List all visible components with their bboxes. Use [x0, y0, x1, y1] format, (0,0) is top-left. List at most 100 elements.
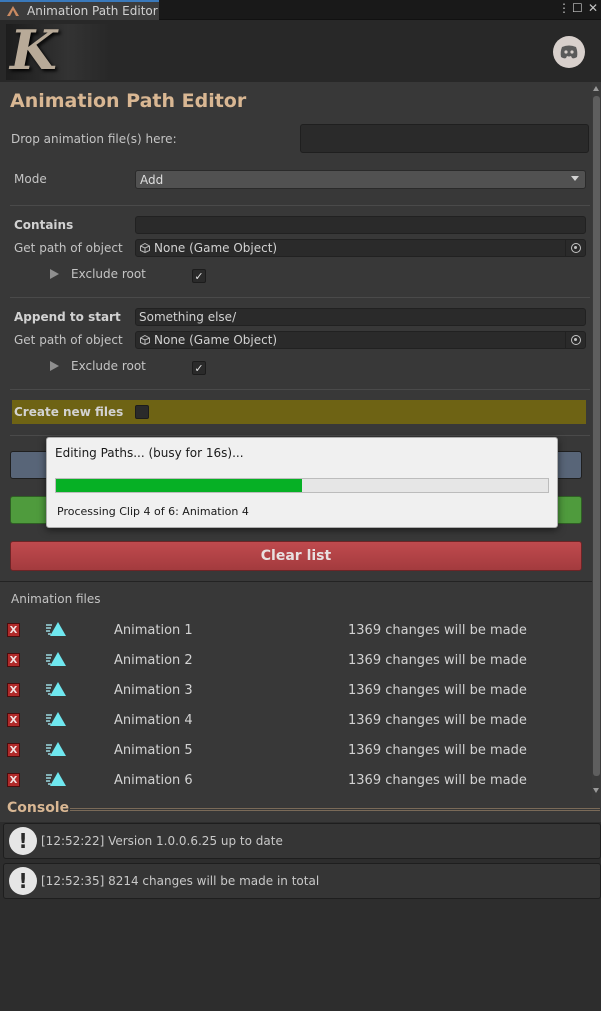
mode-value: Add [140, 172, 164, 187]
animation-changes: 1369 changes will be made [348, 653, 527, 668]
contains-field[interactable] [135, 216, 586, 234]
remove-button[interactable]: X [7, 623, 20, 637]
animation-changes: 1369 changes will be made [348, 743, 527, 758]
create-new-files-row: Create new files [12, 400, 586, 424]
exclude-root-label: Exclude root [71, 359, 146, 373]
exclude-root-checkbox[interactable]: ✓ [192, 361, 206, 375]
remove-button[interactable]: X [7, 773, 20, 787]
mode-label: Mode [14, 172, 47, 186]
scroll-thumb[interactable] [593, 96, 600, 776]
console-divider [70, 808, 600, 811]
contains-label: Contains [14, 218, 74, 232]
editor-tab[interactable]: Animation Path Editor [0, 0, 159, 20]
animation-name: Animation 4 [114, 713, 193, 728]
create-new-files-label: Create new files [14, 405, 124, 419]
progress-dialog: Editing Paths... (busy for 16s)... Proce… [46, 437, 558, 528]
console-message: [12:52:35] 8214 changes will be made in … [41, 874, 320, 888]
object-value: None (Game Object) [154, 333, 278, 347]
animation-changes: 1369 changes will be made [348, 713, 527, 728]
object-picker-button[interactable] [565, 240, 585, 256]
animation-clip-icon [46, 622, 66, 636]
foldout-arrow-icon[interactable] [50, 269, 59, 279]
progress-dialog-title: Editing Paths... (busy for 16s)... [55, 446, 244, 460]
list-item: X Animation 2 1369 changes will be made [0, 646, 594, 676]
unity-logo-icon [5, 5, 21, 17]
animation-clip-icon [46, 772, 66, 786]
drop-zone[interactable] [300, 124, 589, 153]
animation-clip-icon [46, 712, 66, 726]
more-options-icon[interactable]: ⋮ [558, 1, 570, 15]
console-message: [12:52:22] Version 1.0.0.6.25 up to date [41, 834, 283, 848]
get-path-label: Get path of object [14, 241, 123, 255]
progress-status: Processing Clip 4 of 6: Animation 4 [57, 505, 249, 518]
console-entry[interactable]: ! [12:52:35] 8214 changes will be made i… [3, 863, 601, 899]
info-icon: ! [9, 867, 37, 895]
mode-dropdown[interactable]: Add [135, 170, 586, 189]
maximize-icon[interactable]: ☐ [572, 1, 583, 15]
remove-button[interactable]: X [7, 743, 20, 757]
remove-button[interactable]: X [7, 683, 20, 697]
tab-title: Animation Path Editor [27, 4, 158, 18]
animation-clip-icon [46, 742, 66, 756]
list-item: X Animation 6 1369 changes will be made [0, 766, 594, 796]
list-item: X Animation 1 1369 changes will be made [0, 616, 594, 646]
remove-button[interactable]: X [7, 713, 20, 727]
foldout-arrow-icon[interactable] [50, 361, 59, 371]
animation-name: Animation 2 [114, 653, 193, 668]
editor-header: K [0, 18, 601, 82]
object-value: None (Game Object) [154, 241, 278, 255]
animation-changes: 1369 changes will be made [348, 773, 527, 788]
append-to-start-label: Append to start [14, 310, 121, 324]
logo: K [6, 18, 110, 82]
target-icon [570, 243, 581, 253]
create-new-files-checkbox[interactable] [135, 405, 149, 419]
clear-list-button[interactable]: Clear list [10, 541, 582, 571]
console-entry[interactable]: ! [12:52:22] Version 1.0.0.6.25 up to da… [3, 823, 601, 859]
separator [10, 205, 590, 206]
separator [10, 389, 590, 390]
object-field[interactable]: None (Game Object) [135, 331, 586, 349]
append-to-start-field[interactable]: Something else/ [135, 308, 586, 326]
scroll-down-icon[interactable] [593, 788, 599, 793]
close-icon[interactable]: ✕ [588, 1, 598, 15]
object-field[interactable]: None (Game Object) [135, 239, 586, 257]
vertical-scrollbar[interactable] [592, 82, 601, 800]
list-item: X Animation 5 1369 changes will be made [0, 736, 594, 766]
animation-files-header: Animation files [11, 592, 101, 606]
drop-label: Drop animation file(s) here: [11, 132, 177, 146]
list-item: X Animation 3 1369 changes will be made [0, 676, 594, 706]
editor-body: Animation Path Editor Drop animation fil… [0, 82, 601, 1011]
exclude-root-checkbox[interactable]: ✓ [192, 269, 206, 283]
info-icon: ! [9, 827, 37, 855]
scroll-up-icon[interactable] [593, 86, 599, 91]
animation-changes: 1369 changes will be made [348, 683, 527, 698]
window-tab-bar: Animation Path Editor ⋮ ☐ ✕ [0, 0, 601, 20]
append-value: Something else/ [139, 310, 237, 324]
object-picker-button[interactable] [565, 332, 585, 348]
target-icon [570, 335, 581, 345]
list-item: X Animation 4 1369 changes will be made [0, 706, 594, 736]
remove-button[interactable]: X [7, 653, 20, 667]
clear-list-label: Clear list [260, 548, 332, 564]
exclude-root-label: Exclude root [71, 267, 146, 281]
page-title: Animation Path Editor [10, 90, 247, 112]
get-path-label: Get path of object [14, 333, 123, 347]
animation-name: Animation 1 [114, 623, 193, 638]
animation-name: Animation 6 [114, 773, 193, 788]
separator [10, 297, 590, 298]
chevron-down-icon [571, 176, 579, 181]
discord-icon[interactable] [553, 36, 585, 68]
progress-bar [55, 478, 549, 493]
game-object-icon [140, 335, 150, 345]
animation-name: Animation 3 [114, 683, 193, 698]
animation-clip-icon [46, 652, 66, 666]
console-header: Console [7, 800, 70, 816]
separator [0, 581, 594, 582]
animation-clip-icon [46, 682, 66, 696]
game-object-icon [140, 243, 150, 253]
animation-name: Animation 5 [114, 743, 193, 758]
separator [10, 435, 590, 436]
animation-changes: 1369 changes will be made [348, 623, 527, 638]
progress-bar-fill [56, 479, 302, 492]
logo-letter: K [10, 18, 57, 82]
